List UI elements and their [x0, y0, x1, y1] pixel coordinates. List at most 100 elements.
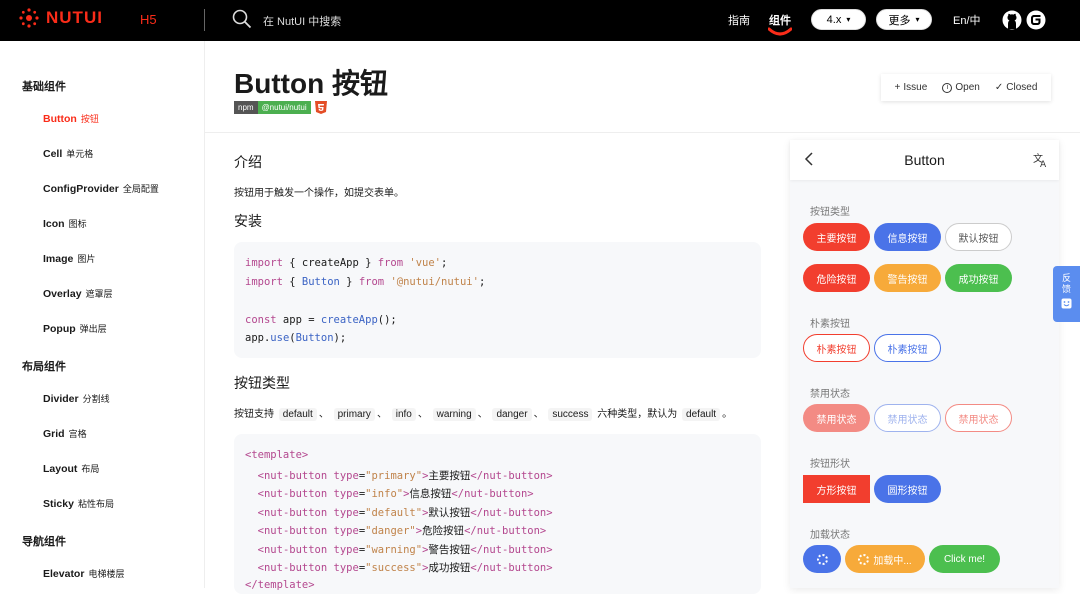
section-label: 朴素按钮 [810, 319, 850, 330]
language-switch[interactable]: En/中 [953, 12, 981, 28]
search-input[interactable]: 在 NutUI 中搜索 [263, 13, 341, 29]
new-issue-link[interactable]: + Issue [895, 82, 928, 93]
code-line: <template> [245, 449, 309, 461]
sidebar-item-zh: 全局配置 [122, 184, 159, 194]
closed-issues-link[interactable]: ✓ Closed [995, 82, 1038, 93]
sidebar-item-image[interactable]: Image 图片 [43, 252, 95, 265]
code-line: import { Button } from '@nutui/nutui'; [245, 276, 486, 288]
sidebar-item-zh: 弹出层 [79, 324, 107, 334]
top-navbar: NUTUI H5 在 NutUI 中搜索 指南 组件 4.x ▾ 更多 ▾ En… [0, 0, 1080, 41]
types-separator: 、 [477, 409, 488, 420]
sidebar-item-elevator[interactable]: Elevator 电梯楼层 [43, 567, 124, 580]
sidebar-item-label: Overlay [43, 288, 82, 300]
sidebar-item-zh: 电梯楼层 [88, 569, 125, 579]
sidebar-item-zh: 粘性布局 [77, 499, 114, 509]
sidebar-item-overlay[interactable]: Overlay 遮罩层 [43, 287, 113, 300]
click-me-button[interactable]: Click me! [929, 545, 1000, 573]
types-text-end: 。 [722, 409, 733, 420]
sidebar-item-grid[interactable]: Grid 宫格 [43, 427, 87, 440]
types-separator: 、 [376, 409, 387, 420]
sidebar: 基础组件 Button 按钮 Cell 单元格 ConfigProvider 全局配置… [0, 41, 205, 588]
smile-icon [1061, 298, 1072, 309]
sidebar-item-popup[interactable]: Popup 弹出层 [43, 322, 107, 335]
issue-label: Issue [903, 82, 928, 93]
demo-navbar: Button 文 A [790, 140, 1059, 180]
sidebar-item-zh: 宫格 [68, 429, 87, 439]
template-code-block: <template> <nut-button type="primary">主要… [234, 434, 761, 594]
sidebar-item-configprovider[interactable]: ConfigProvider 全局配置 [43, 182, 159, 195]
gitee-icon[interactable] [1026, 10, 1046, 30]
sidebar-item-zh: 单元格 [66, 149, 94, 159]
sidebar-item-zh: 布局 [81, 464, 100, 474]
nav-active-indicator [768, 27, 792, 36]
warning-button[interactable]: 警告按钮 [874, 264, 941, 292]
code-line: app.use(Button); [245, 332, 347, 344]
sidebar-item-cell[interactable]: Cell 单元格 [43, 147, 93, 160]
feedback-tab[interactable]: 反 馈 [1053, 266, 1080, 322]
sidebar-item-zh: 遮罩层 [85, 289, 113, 299]
npm-badge[interactable]: npm @nutui/nutui [234, 101, 327, 114]
code-line: import { createApp } from 'vue'; [245, 257, 448, 269]
sidebar-item-layout[interactable]: Layout 布局 [43, 462, 99, 475]
square-button[interactable]: 方形按钮 [803, 475, 870, 503]
code-line: <nut-button type="default">默认按钮</nut-but… [257, 507, 553, 519]
version-select[interactable]: 4.x ▾ [811, 9, 866, 30]
sidebar-item-button[interactable]: Button 按钮 [43, 112, 99, 125]
section-label: 按钮类型 [810, 207, 850, 218]
logo-text: NUTUI [46, 8, 103, 27]
inline-code: warning [432, 408, 476, 421]
more-select-value: 更多 [888, 14, 911, 27]
info-button[interactable]: 信息按钮 [874, 223, 941, 251]
header-divider [204, 9, 205, 31]
sidebar-item-divider[interactable]: Divider 分割线 [43, 392, 110, 405]
sidebar-item-label: Image [43, 253, 74, 265]
sidebar-item-label: Divider [43, 393, 79, 405]
sidebar-item-icon[interactable]: Icon 图标 [43, 217, 87, 230]
intro-heading: 介绍 [234, 154, 262, 170]
sidebar-item-zh: 分割线 [82, 394, 110, 404]
round-button[interactable]: 圆形按钮 [874, 475, 941, 503]
types-text: 按钮支持 default、 primary、 info、 warning、 da… [234, 405, 733, 421]
inline-code: default [682, 408, 721, 421]
types-separator: 、 [318, 409, 329, 420]
success-button[interactable]: 成功按钮 [945, 264, 1012, 292]
open-issues-link[interactable]: i Open [942, 82, 980, 93]
platform-tag[interactable]: H5 [140, 12, 157, 27]
plain-primary-button[interactable]: 朴素按钮 [803, 334, 870, 362]
code-line: <nut-button type="success">成功按钮</nut-but… [257, 562, 553, 574]
plain-info-button[interactable]: 朴素按钮 [874, 334, 941, 362]
sidebar-item-label: Grid [43, 428, 65, 440]
translate-icon[interactable]: 文 A [1033, 152, 1049, 168]
search-icon[interactable] [232, 9, 252, 29]
demo-title: Button [904, 152, 945, 168]
github-icon[interactable] [1002, 10, 1022, 30]
sidebar-item-label: Sticky [43, 498, 74, 510]
closed-label: Closed [1006, 82, 1038, 93]
open-label: Open [955, 82, 980, 93]
npm-badge-label: npm [234, 101, 258, 114]
types-separator: 、 [417, 409, 428, 420]
sidebar-item-sticky[interactable]: Sticky 粘性布局 [43, 497, 114, 510]
nutui-logo[interactable]: NUTUI [18, 7, 103, 29]
svg-text:A: A [1040, 160, 1047, 168]
code-line: </template> [245, 579, 315, 591]
code-line: const app = createApp(); [245, 314, 397, 326]
types-heading: 按钮类型 [234, 375, 290, 391]
html5-icon [314, 101, 327, 114]
section-label: 按钮形状 [810, 459, 850, 470]
primary-button[interactable]: 主要按钮 [803, 223, 870, 251]
inline-code: danger [492, 408, 532, 421]
nav-components[interactable]: 组件 [769, 12, 791, 28]
sidebar-group-title: 导航组件 [22, 536, 66, 548]
section-label: 加载状态 [810, 530, 850, 541]
sidebar-group-title: 基础组件 [22, 81, 66, 93]
default-button[interactable]: 默认按钮 [945, 223, 1012, 251]
nav-guide[interactable]: 指南 [728, 12, 750, 28]
section-label: 禁用状态 [810, 389, 850, 400]
sidebar-item-label: Layout [43, 463, 78, 475]
nutui-logo-icon [19, 8, 39, 28]
npm-badge-package: @nutui/nutui [257, 101, 311, 114]
page-title: Button 按钮 [234, 68, 388, 99]
danger-button[interactable]: 危险按钮 [803, 264, 870, 292]
more-select[interactable]: 更多 ▾ [876, 9, 932, 30]
